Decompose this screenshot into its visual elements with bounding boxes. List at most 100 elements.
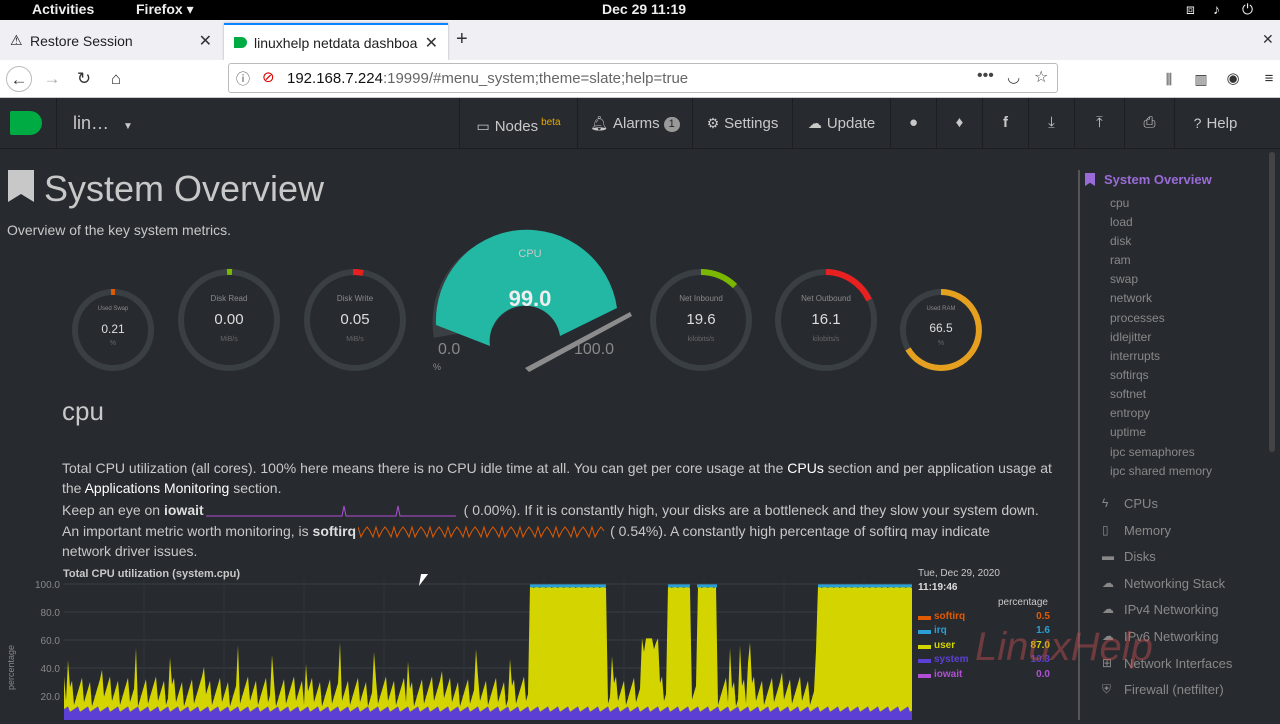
- sidebar-item-ipc-semaphores[interactable]: ipc semaphores: [1110, 445, 1195, 459]
- settings-button[interactable]: ⚙Settings: [692, 98, 792, 148]
- gauge-unit: MiB/s: [305, 336, 405, 343]
- page-actions-icon[interactable]: •••: [977, 67, 994, 85]
- softirq-label: softirq: [313, 523, 357, 539]
- help-button[interactable]: ?Help: [1174, 98, 1256, 148]
- y-tick-label: 80.0: [41, 608, 61, 619]
- sidebar-section-disks[interactable]: ▬Disks: [1124, 549, 1156, 564]
- library-icon[interactable]: ⫼: [1156, 66, 1182, 92]
- print-icon[interactable]: ⎙: [1124, 98, 1174, 148]
- legend-swatch: [918, 645, 931, 649]
- sidebar-section-cpus[interactable]: ϟCPUs: [1124, 496, 1158, 511]
- back-icon[interactable]: ←: [6, 66, 32, 92]
- menu-icon[interactable]: ≡: [1256, 66, 1280, 92]
- caret-down-icon: ▼: [123, 121, 133, 132]
- tab-netdata[interactable]: linuxhelp netdata dashboard ✕: [224, 23, 448, 60]
- upload-icon[interactable]: ⤒: [1074, 98, 1124, 148]
- url-bar[interactable]: ⓘ ⊘ 192.168.7.224:19999/#menu_system;the…: [228, 63, 1058, 93]
- forward-icon[interactable]: →: [39, 66, 65, 92]
- gauge-title: Used RAM: [901, 306, 981, 312]
- gauge-title: Disk Read: [179, 294, 279, 303]
- sidebar-item-ipc-shared-memory[interactable]: ipc shared memory: [1110, 464, 1212, 478]
- alarms-button[interactable]: 🔔︎Alarms1: [577, 98, 692, 148]
- softirq-sparkline[interactable]: [358, 525, 608, 539]
- insecure-lock-icon[interactable]: ⊘: [262, 68, 275, 86]
- sidebar-section-networking-stack[interactable]: ☁Networking Stack: [1124, 576, 1225, 591]
- sidebar-item-disk[interactable]: disk: [1110, 234, 1131, 248]
- netdata-favicon-icon: [234, 37, 247, 48]
- sidebar-item-load[interactable]: load: [1110, 215, 1133, 229]
- sidebar-item-softnet[interactable]: softnet: [1110, 387, 1146, 401]
- gauge-unit: %: [73, 340, 153, 347]
- cpus-link[interactable]: CPUs: [787, 460, 824, 476]
- restore-icon: ⚠: [10, 32, 23, 49]
- volume-icon[interactable]: ♪: [1213, 1, 1220, 17]
- home-icon[interactable]: ⌂: [103, 66, 129, 92]
- tab-restore-session[interactable]: ⚠ Restore Session ✕: [0, 23, 222, 60]
- network-icon[interactable]: ⧈: [1186, 1, 1195, 18]
- download-icon[interactable]: ⤓: [1028, 98, 1074, 148]
- gauge-value: 19.6: [651, 311, 751, 328]
- help-label: Help: [1206, 115, 1237, 132]
- sidebar-section-ipv4[interactable]: ☁IPv4 Networking: [1124, 602, 1219, 617]
- pocket-icon[interactable]: ◡: [1007, 68, 1020, 86]
- y-tick-label: 40.0: [41, 664, 61, 675]
- account-icon[interactable]: ◉: [1220, 66, 1246, 92]
- cpu-chart[interactable]: 100.080.060.040.020.0 percentage: [0, 580, 915, 720]
- applications-monitoring-link[interactable]: Applications Monitoring: [85, 480, 230, 496]
- legend-row-softirq[interactable]: softirq0.5: [918, 611, 1050, 625]
- shield-icon: ⛨: [1102, 682, 1111, 697]
- sidebar-item-entropy[interactable]: entropy: [1110, 406, 1150, 420]
- sidebar-item-ram[interactable]: ram: [1110, 253, 1131, 267]
- settings-label: Settings: [724, 115, 778, 132]
- info-icon[interactable]: ⓘ: [236, 69, 250, 89]
- page-scrollbar[interactable]: [1266, 150, 1280, 720]
- question-circle-icon: ?: [1194, 98, 1202, 148]
- cpu-description-line2: the Applications Monitoring section.: [62, 480, 281, 496]
- facebook-icon[interactable]: f: [982, 98, 1028, 148]
- sidebar-item-network[interactable]: network: [1110, 291, 1152, 305]
- navigation-bar: ← → ↻ ⌂ ⓘ ⊘ 192.168.7.224:19999/#menu_sy…: [0, 60, 1280, 98]
- scrollbar-thumb[interactable]: [1269, 152, 1275, 452]
- sidebar-item-idlejitter[interactable]: idlejitter: [1110, 330, 1151, 344]
- sidebar-item-swap[interactable]: swap: [1110, 272, 1138, 286]
- sidebar-section-memory[interactable]: ▯Memory: [1124, 523, 1171, 538]
- legend-name: iowait: [934, 669, 962, 680]
- sidebar-icon[interactable]: ▥: [1188, 66, 1214, 92]
- sidebar-current-section[interactable]: System Overview: [1104, 172, 1212, 187]
- legend-time: 11:19:46: [918, 582, 957, 593]
- close-window-icon[interactable]: ✕: [1262, 31, 1274, 48]
- new-tab-icon[interactable]: +: [456, 28, 468, 51]
- update-button[interactable]: ☁Update: [792, 98, 890, 148]
- clock[interactable]: Dec 29 11:19: [602, 1, 686, 17]
- cloud-icon: ☁: [1102, 576, 1114, 590]
- sidebar-item-processes[interactable]: processes: [1110, 311, 1165, 325]
- tab-label: linuxhelp netdata dashboard: [254, 35, 418, 51]
- gauge-title: Net Outbound: [776, 294, 876, 303]
- sidebar-item-cpu[interactable]: cpu: [1110, 196, 1129, 210]
- close-tab-icon[interactable]: ✕: [425, 33, 438, 53]
- firefox-app-menu[interactable]: Firefox ▾: [116, 1, 194, 18]
- close-tab-icon[interactable]: ✕: [199, 31, 212, 51]
- sidebar-item-softirqs[interactable]: softirqs: [1110, 368, 1149, 382]
- twitter-icon[interactable]: ♦: [936, 98, 982, 148]
- power-icon[interactable]: ⏻: [1242, 1, 1253, 18]
- text: the: [62, 480, 85, 496]
- activities-label: Activities: [32, 1, 94, 17]
- host-menu[interactable]: lin… ▼: [56, 98, 152, 148]
- activities-button[interactable]: Activities: [10, 1, 94, 17]
- text: Total CPU utilization (all cores). 100% …: [62, 460, 787, 476]
- reload-icon[interactable]: ↻: [71, 66, 97, 92]
- legend-row-iowait[interactable]: iowait0.0: [918, 669, 1050, 683]
- sidebar-item-uptime[interactable]: uptime: [1110, 425, 1146, 439]
- nodes-button[interactable]: ▭Nodesbeta: [459, 98, 577, 148]
- sidebar-section-firewall[interactable]: ⛨Firewall (netfilter): [1124, 682, 1224, 697]
- netdata-logo-icon[interactable]: [10, 111, 42, 135]
- github-icon[interactable]: ●: [890, 98, 936, 148]
- bookmark-star-icon[interactable]: ☆: [1034, 67, 1048, 87]
- iowait-sparkline[interactable]: [206, 504, 462, 518]
- sidebar-item-interrupts[interactable]: interrupts: [1110, 349, 1160, 363]
- gauge-unit: %: [433, 362, 441, 372]
- host-label: lin…: [73, 113, 109, 133]
- legend-swatch: [918, 674, 931, 678]
- url-text[interactable]: 192.168.7.224:19999/#menu_system;theme=s…: [287, 70, 688, 87]
